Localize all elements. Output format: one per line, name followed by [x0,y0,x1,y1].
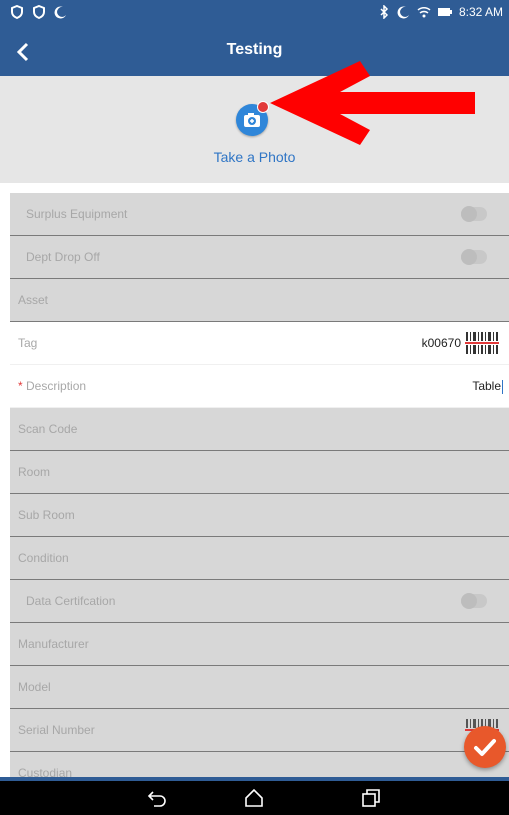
checkmark-icon [474,739,496,756]
recents-nav-icon[interactable] [360,787,382,809]
sub-room-label: Sub Room [18,508,75,522]
separator [0,183,509,193]
bluetooth-icon [380,5,389,19]
form-row-manufacturer: Manufacturer [10,623,509,666]
condition-label: Condition [18,551,69,565]
status-right-icons: 8:32 AM [377,5,503,19]
notification-dot [257,101,269,113]
form-row-room: Room [10,451,509,494]
data-certification-toggle[interactable] [461,593,487,609]
asset-form: Surplus Equipment Dept Drop Off Asset Ta… [10,193,509,795]
description-input[interactable]: Table [472,379,503,394]
form-row-model: Model [10,666,509,709]
form-row-condition: Condition [10,537,509,580]
tag-label: Tag [18,336,38,350]
shield-icon [11,5,23,19]
room-label: Room [18,465,51,479]
form-row-asset: Asset [10,279,509,322]
barcode-scan-icon[interactable] [465,330,499,356]
wifi-icon [417,6,431,18]
status-bar: 8:32 AM [0,0,509,28]
serial-number-label: Serial Number [18,723,95,737]
system-nav-bar [0,781,509,815]
form-row-scan-code: Scan Code [10,408,509,451]
status-time: 8:32 AM [458,5,503,19]
form-row-tag[interactable]: Tag k00670 [10,322,509,365]
model-label: Model [18,680,51,694]
take-photo-label[interactable]: Take a Photo [0,149,509,165]
dept-drop-off-label: Dept Drop Off [26,250,100,264]
form-row-data-certification: Data Certifcation [10,580,509,623]
form-row-surplus-equipment: Surplus Equipment [10,193,509,236]
scan-code-label: Scan Code [18,422,78,436]
back-nav-icon[interactable] [146,787,168,809]
save-check-button[interactable] [464,726,506,768]
status-left-icons [10,5,68,19]
battery-icon [437,8,452,16]
form-row-serial-number: Serial Number [10,709,509,752]
data-certification-label: Data Certifcation [26,594,116,608]
form-row-description[interactable]: * Description Table [10,365,509,408]
tag-value[interactable]: k00670 [422,336,461,350]
description-label: * Description [18,379,87,393]
surplus-equipment-label: Surplus Equipment [26,207,128,221]
form-row-sub-room: Sub Room [10,494,509,537]
form-row-dept-drop-off: Dept Drop Off [10,236,509,279]
asset-label: Asset [18,293,49,307]
moon-icon [54,6,66,19]
surplus-equipment-toggle[interactable] [461,206,487,222]
manufacturer-label: Manufacturer [18,637,89,651]
home-nav-icon[interactable] [243,787,265,809]
red-arrow-icon [270,61,475,145]
dept-drop-off-toggle[interactable] [461,249,487,265]
moon-icon [397,6,409,19]
shield-icon [33,5,45,19]
take-photo-button[interactable] [236,101,269,136]
